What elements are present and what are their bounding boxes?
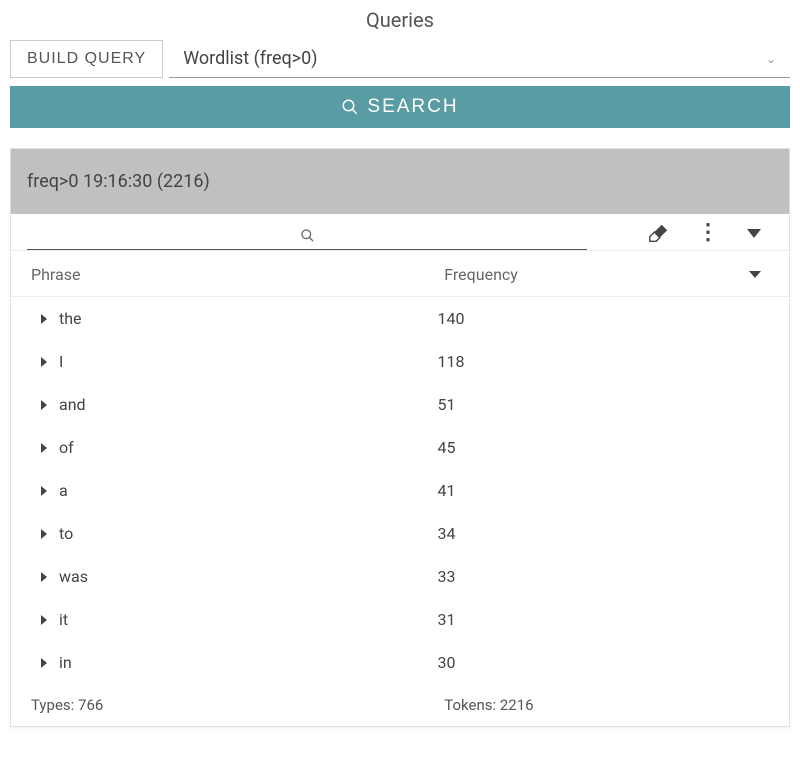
collapse-button[interactable] [747,229,761,238]
phrase-cell: and [59,395,438,414]
table-header: Phrase Frequency [11,251,789,297]
expand-caret-icon[interactable] [41,443,47,453]
table-footer: Types: 766 Tokens: 2216 [11,684,789,726]
query-row: BUILD QUERY Wordlist (freq>0) ⌄ [10,40,790,78]
table-row[interactable]: a41 [11,469,789,512]
kebab-icon: ⋮ [697,222,719,244]
eraser-icon [647,222,669,244]
phrase-cell: to [59,524,438,543]
query-select-value: Wordlist (freq>0) [183,48,317,69]
filter-input-wrap[interactable] [27,222,587,250]
expand-caret-icon[interactable] [41,357,47,367]
search-button[interactable]: SEARCH [10,86,790,128]
table-row[interactable]: I118 [11,340,789,383]
table-row[interactable]: the140 [11,297,789,340]
phrase-cell: the [59,309,438,328]
column-header-frequency[interactable]: Frequency [444,265,749,284]
table-row[interactable]: and51 [11,383,789,426]
footer-types-label: Types: [31,696,74,714]
expand-caret-icon[interactable] [41,658,47,668]
search-icon [300,228,315,243]
toolbar-icons: ⋮ [647,222,773,250]
frequency-cell: 51 [438,395,769,414]
search-button-label: SEARCH [367,96,458,118]
table-row[interactable]: to34 [11,512,789,555]
frequency-cell: 45 [438,438,769,457]
phrase-cell: it [59,610,438,629]
table-row[interactable]: of45 [11,426,789,469]
frequency-cell: 31 [438,610,769,629]
expand-caret-icon[interactable] [41,615,47,625]
footer-tokens: Tokens: 2216 [444,696,769,714]
table-row[interactable]: was33 [11,555,789,598]
search-icon [341,98,359,116]
column-header-phrase[interactable]: Phrase [31,265,444,284]
frequency-cell: 118 [438,352,769,371]
phrase-cell: I [59,352,438,371]
page-title: Queries [10,8,790,32]
chevron-down-icon: ⌄ [766,52,776,66]
expand-caret-icon[interactable] [41,572,47,582]
caret-down-icon [747,229,761,238]
frequency-cell: 30 [438,653,769,672]
result-header: freq>0 19:16:30 (2216) [11,149,789,214]
expand-caret-icon[interactable] [41,400,47,410]
results-card: freq>0 19:16:30 (2216) ⋮ [10,148,790,727]
expand-caret-icon[interactable] [41,529,47,539]
table-row[interactable]: in30 [11,641,789,684]
table-body[interactable]: the140I118and51of45a41to34was33it31in30 [11,297,789,684]
eraser-button[interactable] [647,222,669,244]
frequency-cell: 41 [438,481,769,500]
phrase-cell: in [59,653,438,672]
more-options-button[interactable]: ⋮ [697,222,719,244]
footer-tokens-label: Tokens: [444,696,496,714]
toolbar: ⋮ [11,214,789,251]
build-query-button[interactable]: BUILD QUERY [10,40,163,78]
phrase-cell: was [59,567,438,586]
query-select[interactable]: Wordlist (freq>0) ⌄ [169,40,790,78]
frequency-cell: 140 [438,309,769,328]
footer-types: Types: 766 [31,696,444,714]
frequency-cell: 33 [438,567,769,586]
expand-caret-icon[interactable] [41,486,47,496]
table-row[interactable]: it31 [11,598,789,641]
frequency-cell: 34 [438,524,769,543]
footer-types-value: 766 [78,696,103,714]
sort-caret-icon[interactable] [749,271,761,278]
phrase-cell: a [59,481,438,500]
phrase-cell: of [59,438,438,457]
expand-caret-icon[interactable] [41,314,47,324]
footer-tokens-value: 2216 [500,696,534,714]
